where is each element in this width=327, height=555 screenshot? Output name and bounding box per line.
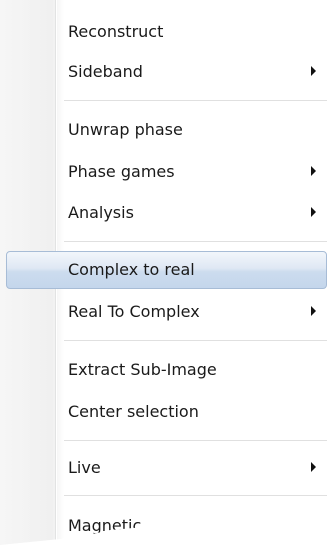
menu-separator (64, 440, 327, 442)
menu-separator (64, 241, 327, 243)
context-menu: Reconstruct Sideband Unwrap phase Phase … (0, 0, 327, 555)
submenu-arrow-icon (311, 66, 316, 76)
menu-item-live[interactable]: Live (0, 448, 327, 488)
menu-item-real-to-complex[interactable]: Real To Complex (0, 292, 327, 332)
menu-separator (64, 495, 327, 497)
menu-item-extract-sub-image[interactable]: Extract Sub-Image (0, 350, 327, 390)
menu-item-label: Complex to real (68, 260, 195, 279)
menu-item-label: Reconstruct (68, 22, 164, 41)
submenu-arrow-icon (311, 166, 316, 176)
menu-item-label: Live (68, 458, 101, 477)
menu-item-label: Unwrap phase (68, 120, 183, 139)
submenu-arrow-icon (311, 207, 316, 217)
menu-item-label: Analysis (68, 203, 134, 222)
menu-item-label: Real To Complex (68, 302, 200, 321)
menu-item-label: Magnetic (68, 516, 142, 535)
menu-item-label: Sideband (68, 62, 143, 81)
menu-item-label: Center selection (68, 402, 199, 421)
menu-item-analysis[interactable]: Analysis (0, 193, 327, 233)
menu-item-unwrap-phase[interactable]: Unwrap phase (0, 110, 327, 150)
menu-item-magnetic[interactable]: Magnetic (0, 506, 327, 546)
submenu-arrow-icon (311, 462, 316, 472)
menu-item-label: Extract Sub-Image (68, 360, 217, 379)
menu-separator (64, 340, 327, 342)
menu-item-complex-to-real[interactable]: Complex to real (0, 250, 327, 290)
menu-item-label: Phase games (68, 162, 175, 181)
menu-separator (64, 100, 327, 102)
menu-item-center-selection[interactable]: Center selection (0, 392, 327, 432)
submenu-arrow-icon (311, 306, 316, 316)
menu-item-phase-games[interactable]: Phase games (0, 152, 327, 192)
menu-item-sideband[interactable]: Sideband (0, 52, 327, 92)
menu-item-reconstruct[interactable]: Reconstruct (0, 12, 327, 52)
